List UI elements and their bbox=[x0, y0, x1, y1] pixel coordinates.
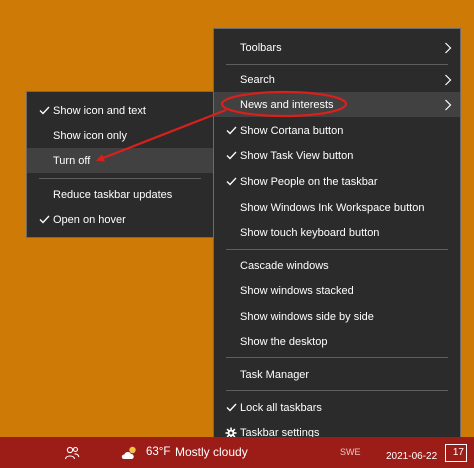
people-icon[interactable] bbox=[64, 445, 80, 464]
checkmark-icon bbox=[224, 143, 238, 168]
checkmark-icon bbox=[224, 395, 238, 420]
checkmark-icon bbox=[224, 118, 238, 143]
cloud-sun-icon[interactable] bbox=[120, 444, 140, 464]
menu-item-show-task-view-button[interactable]: Show Task View button bbox=[214, 143, 460, 168]
menu-item-lock-all-taskbars[interactable]: Lock all taskbars bbox=[214, 395, 460, 420]
clock-date[interactable]: 2021-06-22 bbox=[386, 451, 437, 462]
menu-item-toolbars[interactable]: Toolbars bbox=[214, 35, 460, 60]
menu-item-show-desktop[interactable]: Show the desktop bbox=[214, 329, 460, 354]
checkmark-icon bbox=[37, 207, 51, 232]
submenu-item-open-on-hover[interactable]: Open on hover bbox=[27, 207, 213, 232]
chevron-right-icon bbox=[442, 67, 454, 92]
menu-item-show-ink-workspace[interactable]: Show Windows Ink Workspace button bbox=[214, 195, 460, 220]
menu-separator bbox=[226, 249, 448, 250]
menu-item-search[interactable]: Search bbox=[214, 67, 460, 92]
notification-icon[interactable]: 17 bbox=[445, 444, 467, 462]
menu-item-show-windows-side-by-side[interactable]: Show windows side by side bbox=[214, 304, 460, 329]
menu-item-show-people[interactable]: Show People on the taskbar bbox=[214, 169, 460, 194]
menu-separator bbox=[39, 178, 201, 179]
menu-item-show-touch-keyboard[interactable]: Show touch keyboard button bbox=[214, 220, 460, 245]
menu-item-task-manager[interactable]: Task Manager bbox=[214, 362, 460, 387]
news-and-interests-submenu: Show icon and text Show icon only Turn o… bbox=[26, 91, 214, 238]
checkmark-icon bbox=[224, 169, 238, 194]
submenu-item-turn-off[interactable]: Turn off bbox=[27, 148, 213, 173]
taskbar: 63°F Mostly cloudy SWE 2021-06-22 17 bbox=[0, 437, 474, 468]
taskbar-context-menu: Toolbars Search News and interests Show … bbox=[213, 28, 461, 448]
submenu-item-show-icon-only[interactable]: Show icon only bbox=[27, 123, 213, 148]
submenu-item-show-icon-and-text[interactable]: Show icon and text bbox=[27, 98, 213, 123]
chevron-right-icon bbox=[442, 35, 454, 60]
menu-item-show-cortana-button[interactable]: Show Cortana button bbox=[214, 118, 460, 143]
menu-separator bbox=[226, 64, 448, 65]
menu-separator bbox=[226, 357, 448, 358]
menu-item-cascade-windows[interactable]: Cascade windows bbox=[214, 253, 460, 278]
menu-item-show-windows-stacked[interactable]: Show windows stacked bbox=[214, 278, 460, 303]
weather-condition[interactable]: Mostly cloudy bbox=[175, 445, 248, 459]
menu-separator bbox=[226, 390, 448, 391]
checkmark-icon bbox=[37, 98, 51, 123]
chevron-right-icon bbox=[442, 92, 454, 117]
input-language[interactable]: SWE bbox=[340, 447, 361, 457]
weather-temperature[interactable]: 63°F bbox=[146, 446, 170, 458]
notification-count: 17 bbox=[452, 447, 464, 458]
menu-item-news-and-interests[interactable]: News and interests bbox=[214, 92, 460, 117]
submenu-item-reduce-taskbar-updates[interactable]: Reduce taskbar updates bbox=[27, 182, 213, 207]
